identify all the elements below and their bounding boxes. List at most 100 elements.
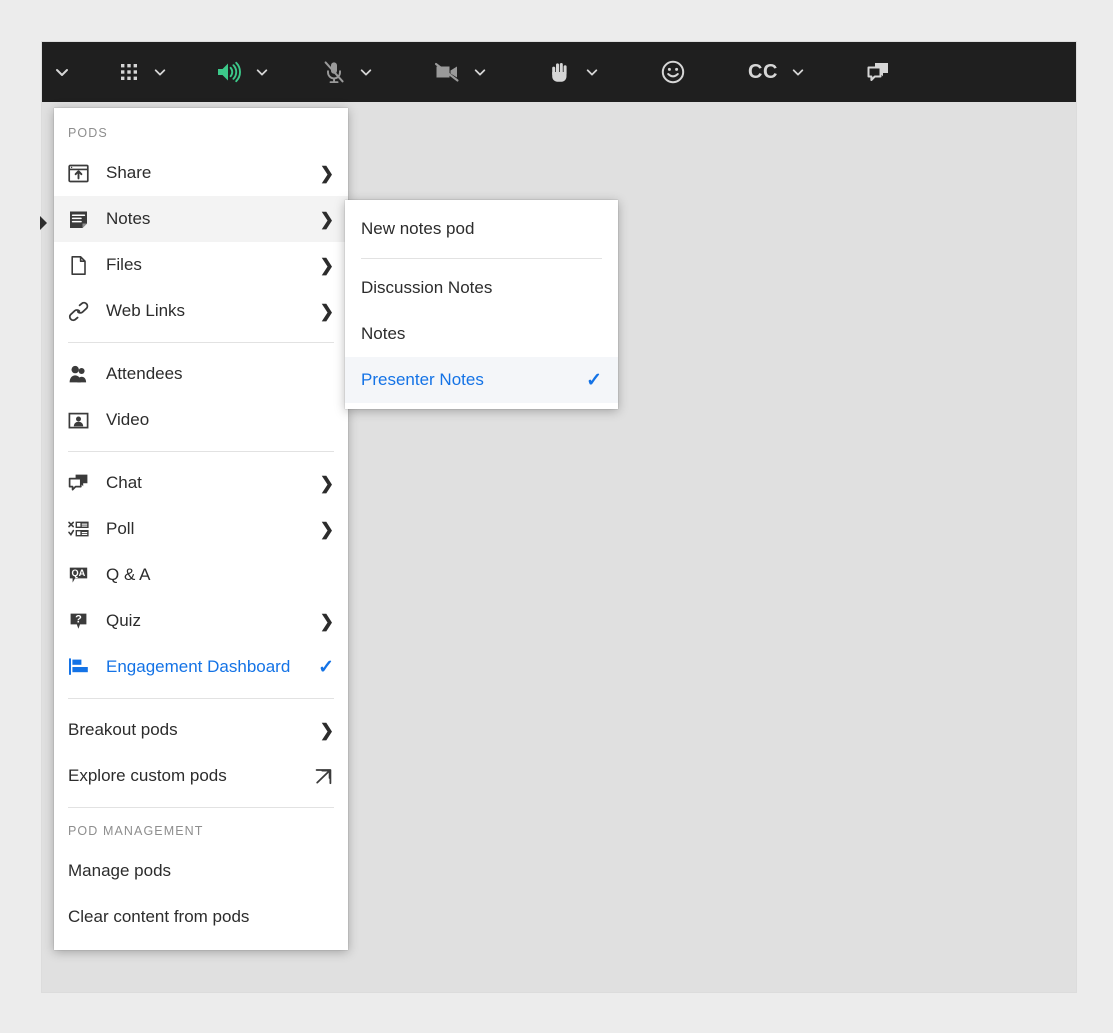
menu-item-poll[interactable]: Poll ❯ (54, 506, 348, 552)
speaker-caret[interactable] (248, 50, 276, 94)
submenu-item-new-notes-pod[interactable]: New notes pod (345, 206, 618, 252)
selected-check: ✓ (316, 658, 334, 677)
submenu-divider (361, 258, 602, 259)
toolbar-group-camera (428, 42, 494, 102)
menu-item-label: Quiz (106, 611, 141, 630)
poll-bars-icon (68, 517, 98, 541)
menu-item-share[interactable]: Share ❯ (54, 150, 348, 196)
toolbar-group-reactions (654, 42, 692, 102)
toolbar-group-raise-hand (542, 42, 606, 102)
closed-captions-caret[interactable] (784, 50, 812, 94)
submenu-arrow: ❯ (316, 521, 334, 538)
reactions-button[interactable] (654, 50, 692, 94)
chat-bubbles-icon (68, 471, 98, 495)
microphone-caret[interactable] (352, 50, 380, 94)
grid-apps-icon (121, 64, 137, 80)
menu-item-qa[interactable]: QA Q & A (54, 552, 348, 598)
menu-item-label: Attendees (106, 364, 183, 383)
menu-item-breakout-pods[interactable]: Breakout pods ❯ (54, 707, 348, 753)
menu-item-label: Manage pods (68, 861, 172, 880)
chat-bubbles-icon (867, 63, 888, 81)
submenu-item-presenter-notes[interactable]: Presenter Notes ✓ (345, 357, 618, 403)
svg-text:?: ? (75, 613, 82, 625)
speaker-on-icon (218, 61, 241, 83)
toolbar-group-microphone (316, 42, 380, 102)
toolbar-group-captions: CC (742, 42, 812, 102)
file-page-icon (68, 253, 98, 277)
chevron-right-icon: ❯ (319, 473, 334, 493)
apps-grid-button[interactable] (112, 50, 146, 94)
menu-divider (68, 451, 334, 452)
menu-item-clear-content-from-pods[interactable]: Clear content from pods (54, 894, 348, 940)
submenu-item-discussion-notes[interactable]: Discussion Notes (345, 265, 618, 311)
speaker-button[interactable] (210, 50, 248, 94)
submenu-arrow: ❯ (316, 165, 334, 182)
submenu-item-label: Discussion Notes (361, 278, 493, 297)
external-link-slot (313, 766, 334, 787)
camera-off-icon (434, 62, 459, 82)
bar-chart-icon (68, 655, 98, 679)
chevron-down-icon (586, 69, 598, 76)
svg-text:QA: QA (72, 568, 86, 578)
submenu-item-notes[interactable]: Notes (345, 311, 618, 357)
menu-item-chat[interactable]: Chat ❯ (54, 460, 348, 506)
smiley-face-icon (661, 60, 685, 84)
menu-item-label: Breakout pods (68, 720, 178, 739)
menu-item-quiz[interactable]: ? Quiz ❯ (54, 598, 348, 644)
qa-bubble-icon: QA (68, 563, 98, 587)
toolbar-group-apps (112, 42, 174, 102)
chevron-down-icon (56, 69, 68, 76)
raise-hand-caret[interactable] (578, 50, 606, 94)
menu-item-attendees[interactable]: Attendees (54, 351, 348, 397)
chevron-down-icon (474, 69, 486, 76)
menu-item-label: Chat (106, 473, 142, 492)
menu-item-label: Q & A (106, 565, 151, 584)
chevron-right-icon: ❯ (319, 611, 334, 631)
chevron-down-icon (154, 69, 166, 76)
camera-button[interactable] (428, 50, 466, 94)
menu-item-label: Files (106, 255, 142, 274)
toolbar-chat-button[interactable] (860, 50, 896, 94)
pods-section-label: PODS (68, 126, 108, 140)
menu-pointer-triangle (40, 216, 47, 230)
checkmark-icon: ✓ (318, 656, 334, 678)
submenu-arrow: ❯ (316, 613, 334, 630)
pod-management-label: POD MANAGEMENT (68, 824, 204, 838)
chevron-right-icon: ❯ (319, 720, 334, 740)
chevron-right-icon: ❯ (319, 255, 334, 275)
meeting-toolbar: CC (42, 42, 1076, 102)
external-link-icon (315, 768, 332, 784)
apps-grid-caret[interactable] (146, 50, 174, 94)
pods-menu: PODS Share ❯ Notes ❯ Files ❯ Web Links ❯… (54, 108, 348, 950)
menu-item-files[interactable]: Files ❯ (54, 242, 348, 288)
microphone-muted-icon (324, 61, 344, 83)
link-chain-icon (68, 299, 98, 323)
submenu-item-label: New notes pod (361, 219, 475, 238)
menu-item-video[interactable]: Video (54, 397, 348, 443)
chevron-right-icon: ❯ (319, 163, 334, 183)
submenu-arrow: ❯ (316, 211, 334, 228)
menu-item-notes[interactable]: Notes ❯ (54, 196, 348, 242)
menu-item-engagement-dashboard[interactable]: Engagement Dashboard ✓ (54, 644, 348, 690)
menu-item-web-links[interactable]: Web Links ❯ (54, 288, 348, 334)
checkmark-icon: ✓ (586, 369, 602, 391)
closed-captions-button[interactable]: CC (742, 50, 784, 94)
submenu-item-label: Presenter Notes (361, 370, 484, 389)
microphone-button[interactable] (316, 50, 352, 94)
video-person-icon (68, 408, 98, 432)
camera-caret[interactable] (466, 50, 494, 94)
quiz-bubble-icon: ? (68, 609, 98, 633)
submenu-arrow: ❯ (316, 257, 334, 274)
share-window-icon (68, 161, 98, 185)
menu-divider (68, 698, 334, 699)
raise-hand-icon (552, 63, 567, 82)
menu-item-label: Share (106, 163, 152, 182)
menu-item-label: Poll (106, 519, 135, 538)
toolbar-group-speaker (210, 42, 276, 102)
menu-item-explore-custom-pods[interactable]: Explore custom pods (54, 753, 348, 799)
chevron-right-icon: ❯ (319, 301, 334, 321)
chevron-right-icon: ❯ (319, 519, 334, 539)
raise-hand-button[interactable] (542, 50, 578, 94)
leading-caret-button[interactable] (48, 50, 76, 94)
menu-item-manage-pods[interactable]: Manage pods (54, 848, 348, 894)
